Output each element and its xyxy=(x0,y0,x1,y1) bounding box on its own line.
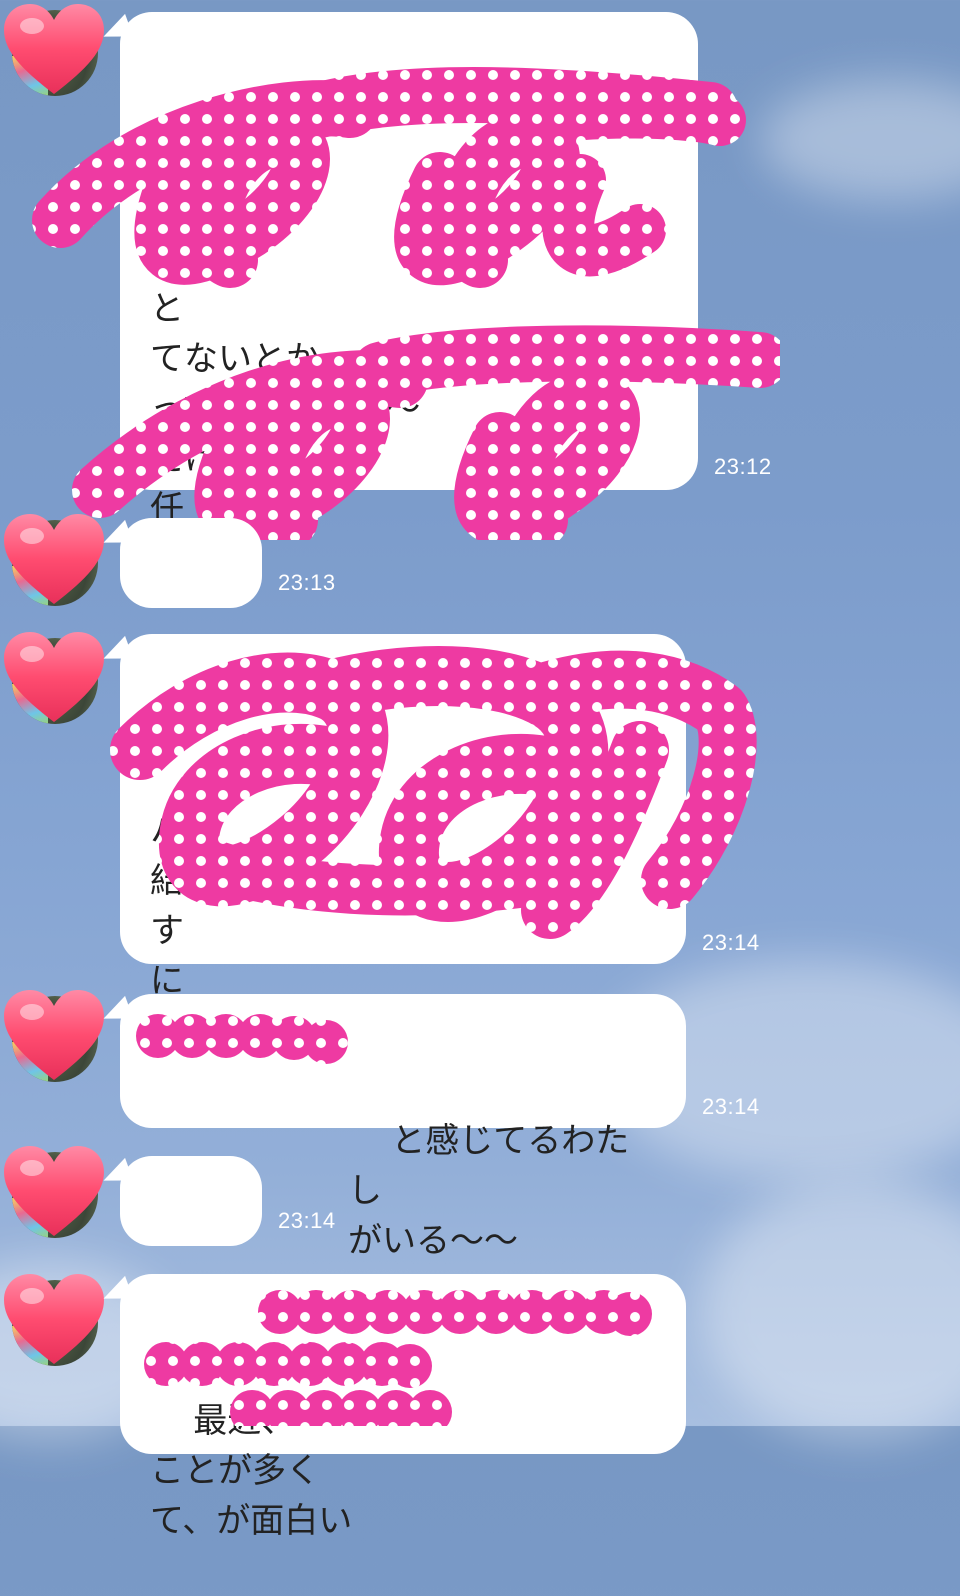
timestamp: 23:14 xyxy=(702,930,760,955)
message-text: 花 美 と と てないとか、 ってるみたい〜〜 だけ 任 xyxy=(150,139,421,529)
message-text: 最近、 ことが多く て、が面白い xyxy=(150,1401,353,1541)
heart-icon xyxy=(4,1274,104,1364)
message-bubble[interactable]: 外 ハ 結 す に は xyxy=(98,634,686,1051)
timestamp: 23:14 xyxy=(702,1094,760,1119)
heart-icon xyxy=(4,1146,104,1236)
message-bubble[interactable]: と感じてるわたし がいる〜〜 xyxy=(98,994,686,1261)
message-text: と感じてるわたし がいる〜〜 xyxy=(348,1121,630,1261)
timestamp: 23:12 xyxy=(714,454,772,479)
heart-icon xyxy=(4,514,104,604)
heart-icon xyxy=(4,632,104,722)
message-bubble[interactable]: 最近、 ことが多く て、が面白い xyxy=(98,1274,686,1541)
message-bubble[interactable]: あ！ xyxy=(98,518,262,735)
heart-icon xyxy=(4,990,104,1080)
message-bubble[interactable]: が、 xyxy=(98,1156,262,1373)
message-bubble[interactable]: 花 美 と と てないとか、 ってるみたい〜〜 だけ 任 xyxy=(98,12,698,529)
timestamp: 23:13 xyxy=(278,570,336,595)
timestamp: 23:14 xyxy=(278,1208,336,1233)
heart-icon xyxy=(4,4,104,94)
